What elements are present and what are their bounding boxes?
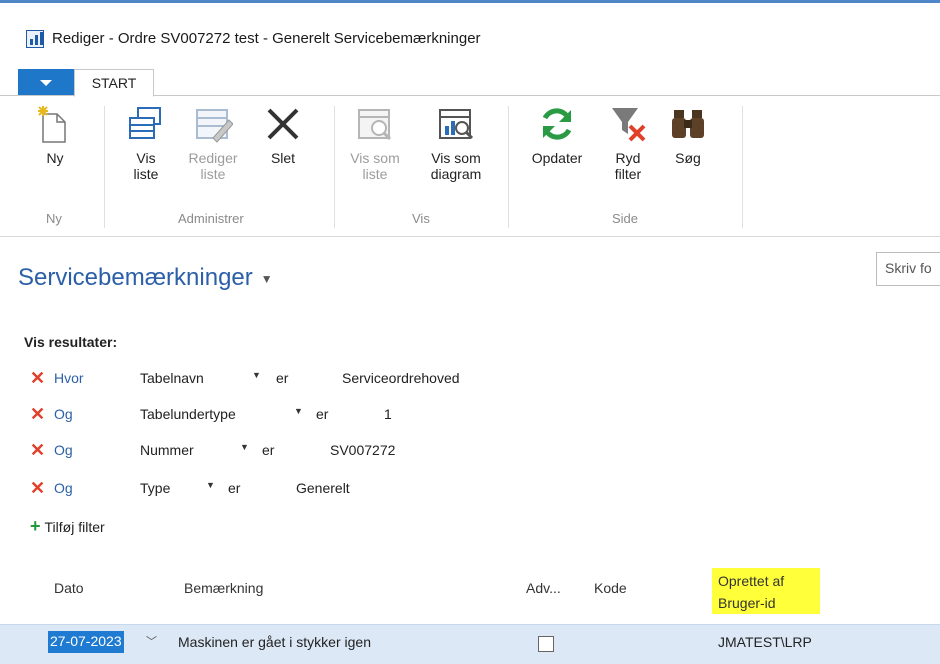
filter-operator[interactable]: Og	[54, 480, 73, 496]
ribbon-tabs: START	[0, 58, 940, 97]
column-header-line1: Oprettet af	[718, 573, 785, 589]
ribbon-menu-button[interactable]	[18, 69, 74, 95]
user-id-cell[interactable]: JMATEST\LRP	[718, 634, 812, 650]
filter-value[interactable]: 1	[384, 406, 392, 422]
ribbon: Ny Ny Vis liste Rediger liste Slet Admin…	[0, 96, 940, 238]
group-separator	[508, 106, 509, 228]
filter-operator[interactable]: Hvor	[54, 370, 84, 386]
filter-operator[interactable]: Og	[54, 442, 73, 458]
date-dropdown-icon[interactable]: ﹀	[146, 633, 157, 649]
edit-list-label: Rediger liste	[188, 150, 238, 182]
chevron-down-icon: ▼	[260, 271, 273, 286]
new-button-label: Ny	[46, 150, 64, 166]
group-separator	[742, 106, 743, 228]
view-as-chart-button[interactable]: Vis som diagram	[420, 104, 492, 182]
remove-filter-icon[interactable]: ✕	[30, 368, 45, 389]
filter-field[interactable]: Nummer	[140, 442, 194, 458]
filter-row: ✕ Og Nummer ▼ er SV007272	[30, 440, 530, 466]
filter-value[interactable]: SV007272	[330, 442, 395, 458]
group-label-side: Side	[612, 211, 639, 226]
column-header-adv[interactable]: Adv...	[526, 580, 561, 596]
ribbon-divider	[0, 236, 940, 237]
menu-dropdown-icon	[40, 80, 52, 86]
clear-filter-button[interactable]: Ryd filter	[602, 104, 654, 182]
page-title[interactable]: Servicebemærkninger ▼	[18, 264, 273, 292]
date-cell[interactable]: 27-07-2023	[48, 631, 124, 653]
delete-x-icon	[263, 104, 303, 144]
clear-filter-label: Ryd filter	[614, 150, 642, 182]
add-filter-label: Tilføj filter	[44, 519, 105, 535]
column-header-bemaerkning[interactable]: Bemærkning	[184, 580, 263, 596]
view-as-chart-label: Vis som diagram	[430, 150, 482, 182]
search-input[interactable]: Skriv fo	[876, 252, 940, 286]
filter-row: ✕ Og Type ▼ er Generelt	[30, 478, 530, 504]
binoculars-icon	[668, 104, 708, 144]
add-filter-button[interactable]: + Tilføj filter	[30, 516, 105, 537]
filter-value[interactable]: Serviceordrehoved	[342, 370, 460, 386]
filter-value[interactable]: Generelt	[296, 480, 350, 496]
title-bar: Rediger - Ordre SV007272 test - Generelt…	[0, 3, 940, 51]
filter-field[interactable]: Tabelundertype	[140, 406, 236, 422]
view-as-chart-icon	[436, 104, 476, 144]
column-header-kode[interactable]: Kode	[594, 580, 627, 596]
refresh-label: Opdater	[531, 150, 583, 166]
plus-icon: +	[30, 516, 41, 536]
column-header-line2: Bruger-id	[718, 595, 776, 611]
filter-relation: er	[316, 406, 329, 422]
view-as-list-icon	[355, 104, 395, 144]
new-button[interactable]: Ny	[30, 104, 80, 166]
refresh-button[interactable]: Opdater	[522, 104, 592, 166]
group-label-vis: Vis	[412, 211, 430, 226]
remark-cell[interactable]: Maskinen er gået i stykker igen	[178, 634, 371, 650]
field-dropdown-icon[interactable]: ▼	[206, 480, 215, 490]
edit-list-icon	[193, 104, 234, 144]
table-row[interactable]: 27-07-2023 ﹀ Maskinen er gået i stykker …	[0, 624, 940, 664]
remove-filter-icon[interactable]: ✕	[30, 440, 45, 461]
field-dropdown-icon[interactable]: ▼	[252, 370, 261, 380]
refresh-icon	[537, 104, 577, 144]
filter-row: ✕ Hvor Tabelnavn ▼ er Serviceordrehoved	[30, 368, 530, 394]
filter-heading: Vis resultater:	[24, 334, 118, 350]
tab-start[interactable]: START	[74, 69, 154, 97]
search-label: Søg	[675, 150, 701, 166]
search-button[interactable]: Søg	[664, 104, 712, 166]
filter-relation: er	[262, 442, 275, 458]
field-dropdown-icon[interactable]: ▼	[294, 406, 303, 416]
delete-label: Slet	[270, 150, 296, 166]
group-label-ny: Ny	[46, 211, 62, 226]
group-label-administrer: Administrer	[178, 211, 244, 226]
column-header-oprettet-af[interactable]: Oprettet af Bruger-id	[712, 568, 820, 614]
window-title: Rediger - Ordre SV007272 test - Generelt…	[52, 30, 481, 47]
filter-field[interactable]: Tabelnavn	[140, 370, 204, 386]
filter-field[interactable]: Type	[140, 480, 170, 496]
new-document-icon	[35, 104, 75, 144]
group-separator	[334, 106, 335, 228]
remove-filter-icon[interactable]: ✕	[30, 404, 45, 425]
edit-list-button[interactable]: Rediger liste	[182, 104, 244, 182]
group-separator	[104, 106, 105, 228]
adv-checkbox[interactable]	[538, 636, 554, 652]
app-icon	[26, 30, 44, 48]
filter-operator[interactable]: Og	[54, 406, 73, 422]
view-list-label: Vis liste	[133, 150, 159, 182]
field-dropdown-icon[interactable]: ▼	[240, 442, 249, 452]
delete-button[interactable]: Slet	[258, 104, 308, 166]
page-title-text: Servicebemærkninger	[18, 264, 253, 291]
filter-relation: er	[228, 480, 241, 496]
clear-filter-icon	[608, 104, 648, 144]
filter-relation: er	[276, 370, 289, 386]
filter-row: ✕ Og Tabelundertype ▼ er 1	[30, 404, 530, 430]
view-list-icon	[126, 104, 166, 144]
column-header-dato[interactable]: Dato	[54, 580, 84, 596]
view-as-list-button[interactable]: Vis som liste	[344, 104, 406, 182]
view-as-list-label: Vis som liste	[350, 150, 400, 182]
view-list-button[interactable]: Vis liste	[118, 104, 174, 182]
remove-filter-icon[interactable]: ✕	[30, 478, 45, 499]
